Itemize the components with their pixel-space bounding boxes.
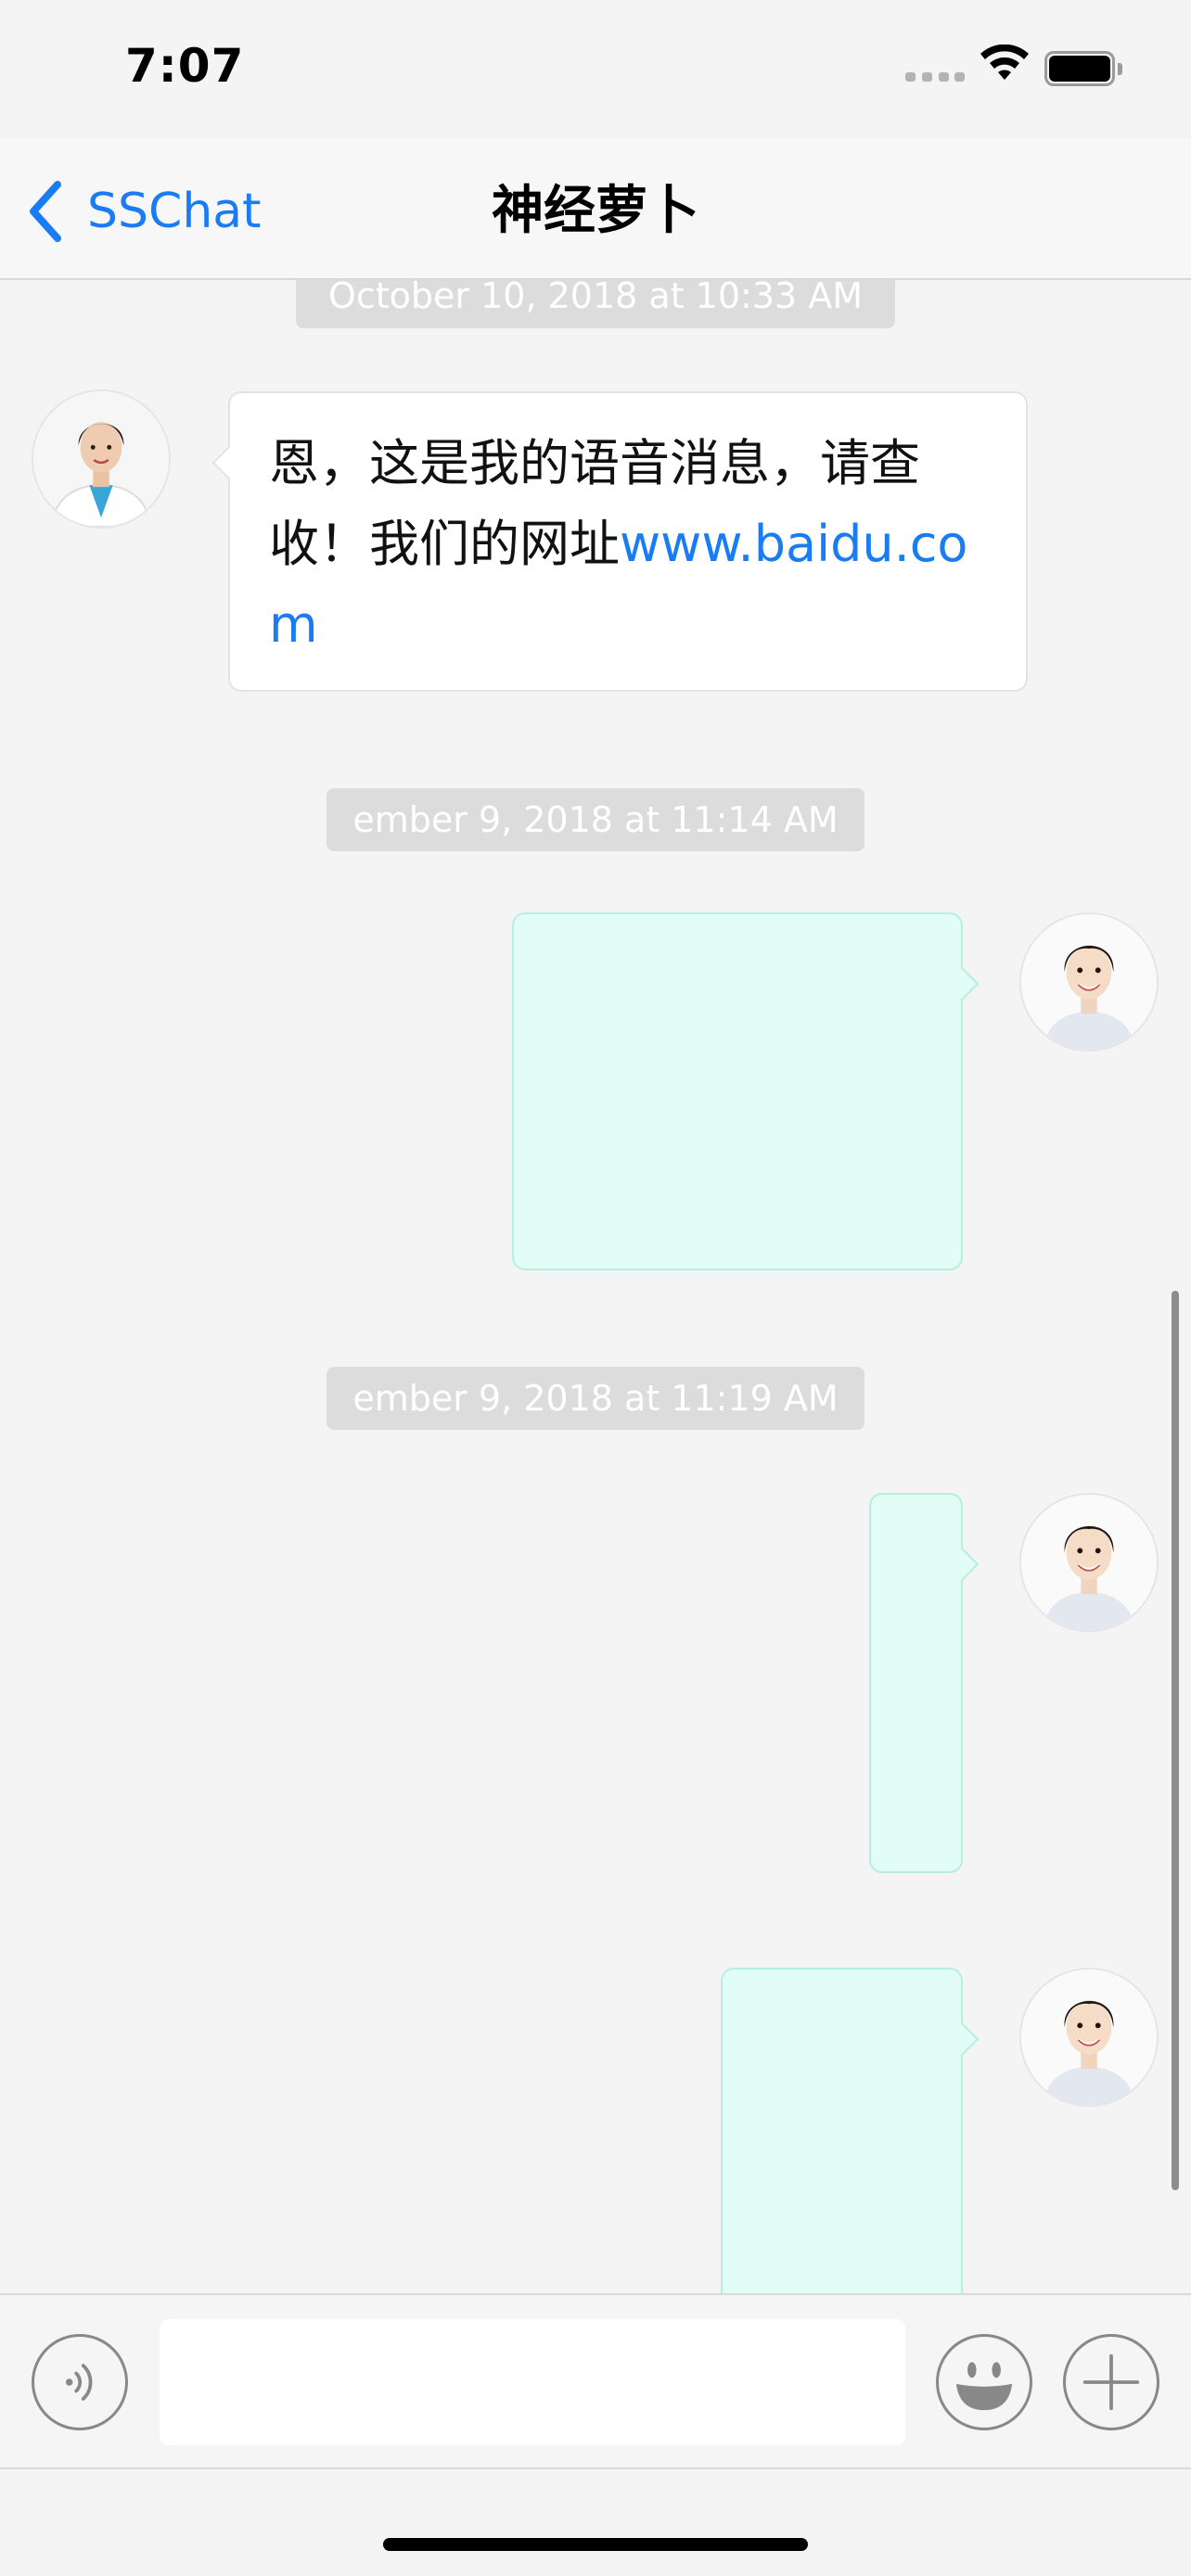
plus-icon bbox=[1082, 2353, 1140, 2411]
emoji-button[interactable] bbox=[936, 2334, 1032, 2430]
status-bar: 7:07 bbox=[0, 0, 1191, 139]
user-avatar-image bbox=[1021, 1970, 1157, 2105]
media-message-bubble[interactable] bbox=[721, 1968, 980, 2293]
battery-icon bbox=[1044, 51, 1122, 86]
status-time: 7:07 bbox=[125, 39, 245, 93]
media-message-bubble[interactable] bbox=[869, 1493, 980, 1873]
user-avatar[interactable] bbox=[1019, 1968, 1159, 2107]
message-timestamp: ember 9, 2018 at 11:19 AM bbox=[327, 1367, 864, 1430]
scroll-indicator[interactable] bbox=[1172, 1291, 1179, 2190]
message-timestamp: ember 9, 2018 at 11:14 AM bbox=[327, 788, 864, 851]
user-avatar-image bbox=[1021, 1495, 1157, 1630]
navigation-bar: 神经萝卜 SSChat bbox=[0, 139, 1191, 280]
voice-icon bbox=[65, 2364, 93, 2401]
voice-button[interactable] bbox=[32, 2334, 128, 2430]
wifi-icon bbox=[980, 45, 1029, 80]
chat-screen: 7:07 神经萝卜 SSChat October 10, 2018 at 10:… bbox=[0, 0, 1191, 2576]
chevron-left-icon bbox=[30, 181, 61, 242]
back-label: SSChat bbox=[87, 184, 262, 239]
plus-button[interactable] bbox=[1063, 2334, 1159, 2430]
input-toolbar bbox=[0, 2293, 1191, 2469]
user-avatar-image bbox=[1021, 914, 1157, 1050]
user-avatar[interactable] bbox=[1019, 912, 1159, 1052]
emoji-icon bbox=[955, 2362, 1013, 2411]
message-bubble-incoming[interactable]: 恩，这是我的语音消息，请查收！我们的网址www.baidu.com bbox=[211, 391, 1028, 692]
message-input[interactable] bbox=[160, 2319, 905, 2445]
message-list[interactable]: October 10, 2018 at 10:33 AM 恩，这是我的语音消息，… bbox=[0, 280, 1191, 2293]
media-message-bubble[interactable] bbox=[512, 912, 980, 1270]
doctor-avatar-image bbox=[33, 391, 169, 527]
message-text: 恩，这是我的语音消息，请查收！我们的网址www.baidu.com bbox=[269, 434, 968, 654]
back-button[interactable]: SSChat bbox=[26, 176, 262, 247]
doctor-avatar[interactable] bbox=[32, 389, 171, 529]
home-indicator[interactable] bbox=[383, 2538, 808, 2551]
message-timestamp: October 10, 2018 at 10:33 AM bbox=[296, 280, 895, 328]
cellular-signal-icon bbox=[905, 72, 965, 83]
user-avatar[interactable] bbox=[1019, 1493, 1159, 1632]
